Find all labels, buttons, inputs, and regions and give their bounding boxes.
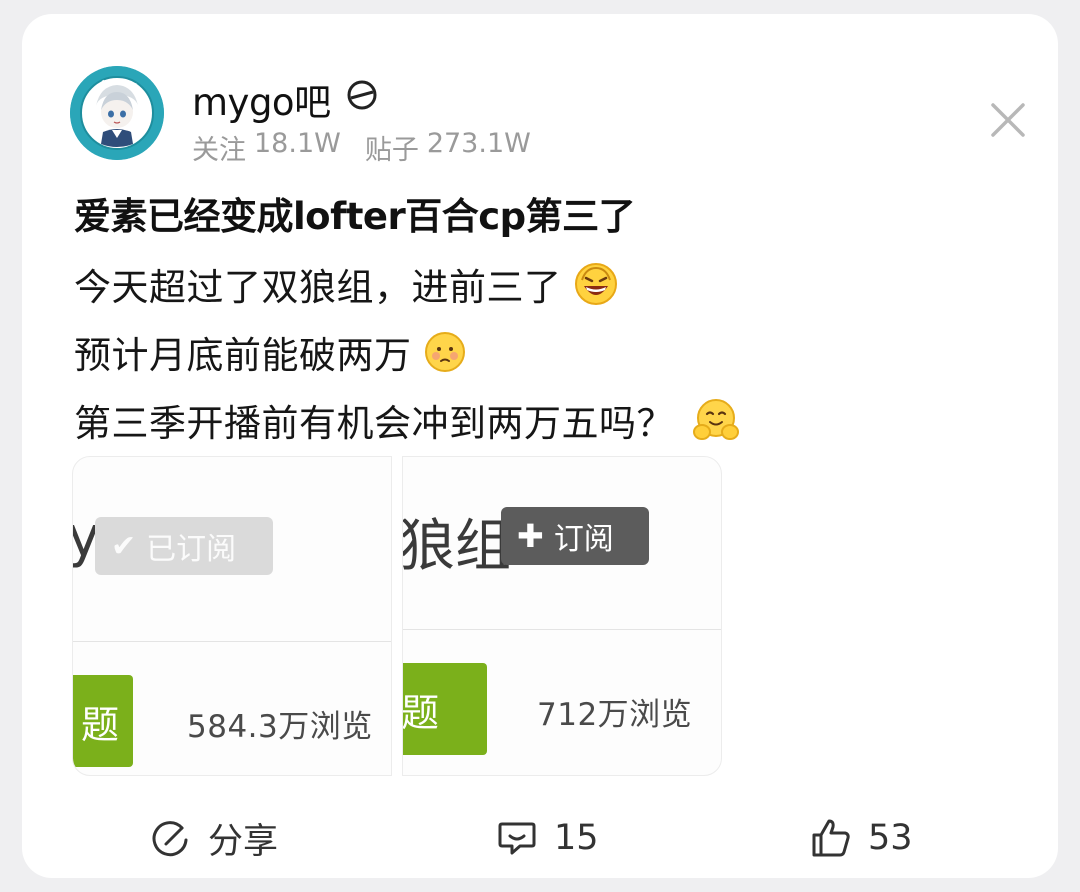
like-count: 53	[868, 818, 913, 858]
thumbs-up-icon	[812, 819, 850, 857]
post-title[interactable]: 爱素已经变成lofter百合cp第三了	[74, 186, 636, 240]
share-icon	[152, 821, 188, 857]
topic-tag-text: 题	[402, 690, 440, 735]
followers-count: 18.1W	[254, 128, 341, 159]
posts-label: 贴子	[364, 135, 419, 166]
share-label: 分享	[208, 821, 279, 862]
forum-level-icon	[345, 78, 379, 121]
comment-icon	[498, 822, 536, 855]
like-button[interactable]: 53	[810, 808, 913, 868]
post-image-1[interactable]: y ✔ 已订阅 题 584.3万浏览	[72, 456, 392, 776]
subscribe-label: 订阅	[553, 522, 614, 557]
pleading-emoji-icon	[424, 331, 466, 373]
post-line-text: 预计月底前能破两万	[74, 334, 412, 377]
post-body[interactable]: 今天超过了双狼组，进前三了 预计月底前能破两万 第三季开播前有机会冲到两万五吗？	[74, 250, 740, 454]
forum-stats: 关注 18.1W 贴子 273.1W	[192, 128, 531, 167]
post-line: 今天超过了双狼组，进前三了	[74, 250, 740, 318]
post-line: 第三季开播前有机会冲到两万五吗？	[74, 386, 740, 454]
topic-tag-text: 题	[80, 702, 119, 747]
subscribed-label: 已订阅	[146, 532, 237, 567]
followers-stat: 关注 18.1W	[192, 128, 341, 167]
topic-tag: 题	[73, 675, 133, 767]
comment-count: 15	[554, 818, 599, 858]
post-image-2[interactable]: 狼组 ✚ 订阅 题 712万浏览	[402, 456, 722, 776]
subscribed-button: ✔ 已订阅	[95, 517, 273, 575]
forum-title[interactable]: mygo吧	[192, 72, 379, 126]
check-icon: ✔	[111, 528, 137, 564]
forum-avatar[interactable]: BANG It's	[70, 66, 164, 160]
hugging-emoji-icon	[692, 396, 740, 444]
image-divider	[403, 629, 721, 630]
image-heading-text: 狼组	[402, 514, 511, 579]
close-button[interactable]	[984, 96, 1032, 144]
comment-button[interactable]: 15	[496, 808, 599, 868]
post-card: BANG It's mygo吧 关注 18.1W 贴子 273.1W 爱素已经变…	[22, 14, 1058, 878]
posts-count: 273.1W	[426, 128, 531, 159]
post-line-text: 第三季开播前有机会冲到两万五吗？	[74, 402, 674, 445]
image-divider	[73, 641, 391, 642]
forum-name-text: mygo吧	[192, 81, 331, 124]
grinning-emoji-icon	[574, 262, 618, 306]
topic-tag: 题	[402, 663, 487, 755]
post-line: 预计月底前能破两万	[74, 318, 740, 386]
followers-label: 关注	[192, 135, 246, 166]
view-count: 584.3万浏览	[187, 709, 373, 745]
plus-icon: ✚	[517, 517, 544, 555]
view-count: 712万浏览	[537, 697, 693, 733]
share-button[interactable]: 分享	[152, 808, 278, 868]
post-images: y ✔ 已订阅 题 584.3万浏览 狼组 ✚ 订阅 题 712万浏览	[72, 456, 722, 776]
subscribe-button: ✚ 订阅	[501, 507, 649, 565]
posts-stat: 贴子 273.1W	[365, 128, 531, 167]
close-icon	[991, 103, 1025, 137]
action-bar: 分享 15 53	[22, 808, 1058, 868]
post-line-text: 今天超过了双狼组，进前三了	[74, 266, 562, 309]
